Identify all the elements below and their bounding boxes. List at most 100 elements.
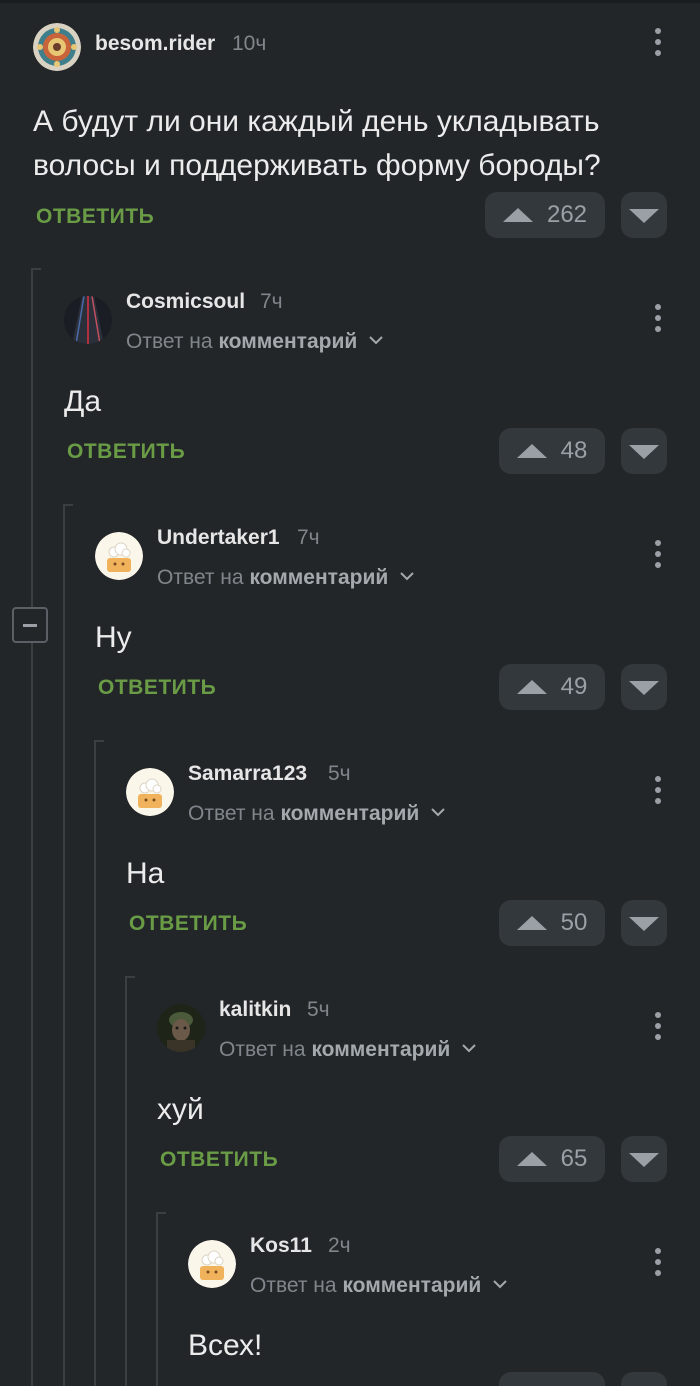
username[interactable]: Samarra123 — [188, 762, 307, 786]
triangle-up-icon — [516, 444, 547, 458]
upvote-button[interactable]: 50 — [499, 900, 605, 946]
triangle-up-icon — [516, 916, 547, 930]
kebab-menu-icon[interactable] — [652, 1012, 664, 1042]
reply-button[interactable]: ОТВЕТИТЬ — [129, 912, 247, 936]
reply-to-target: комментарий — [311, 1038, 451, 1061]
downvote-button[interactable] — [621, 1136, 667, 1182]
triangle-down-icon — [629, 681, 659, 695]
kebab-menu-icon[interactable] — [652, 1248, 664, 1278]
thread-line-level-3 — [94, 740, 96, 1386]
comment-reply: Undertaker1 7ч Ответ на комментарий Ну О… — [95, 524, 700, 724]
collapse-thread-button[interactable] — [12, 607, 48, 643]
username[interactable]: kalitkin — [219, 998, 291, 1022]
thread-tick — [156, 1212, 166, 1214]
avatar-road-image — [64, 296, 112, 344]
upvote-button[interactable]: 48 — [499, 428, 605, 474]
vote-count: 50 — [560, 909, 588, 936]
comment-text: Всех! — [188, 1329, 263, 1362]
avatar[interactable] — [188, 1240, 236, 1288]
comment-time: 5ч — [328, 762, 351, 785]
chevron-down-icon — [462, 1044, 476, 1053]
downvote-button[interactable] — [621, 900, 667, 946]
kebab-menu-icon[interactable] — [652, 540, 664, 570]
reply-button[interactable]: ОТВЕТИТЬ — [98, 676, 216, 700]
comment-time: 10ч — [232, 32, 267, 55]
chevron-down-icon — [369, 336, 383, 345]
reply-to-link[interactable]: Ответ на комментарий — [157, 566, 414, 590]
kebab-menu-icon[interactable] — [652, 304, 664, 334]
vote-count: 49 — [560, 673, 588, 700]
downvote-button[interactable] — [621, 1372, 667, 1386]
reply-to-link[interactable]: Ответ на комментарий — [188, 802, 445, 826]
upvote-button[interactable]: 49 — [499, 664, 605, 710]
reply-to-prefix: Ответ на — [250, 1274, 337, 1297]
reply-to-link[interactable]: Ответ на комментарий — [250, 1274, 507, 1298]
thread-line-level-4 — [125, 976, 127, 1386]
username[interactable]: Cosmicsoul — [126, 290, 245, 314]
downvote-button[interactable] — [621, 192, 667, 238]
chevron-down-icon — [431, 808, 445, 817]
reply-to-target: комментарий — [249, 566, 389, 589]
comment-time: 7ч — [297, 526, 320, 549]
comment-reply: kalitkin 5ч Ответ на комментарий хуй ОТВ… — [157, 996, 700, 1196]
thread-tick — [94, 740, 104, 742]
vote-count: 65 — [560, 1145, 588, 1172]
upvote-button[interactable]: 262 — [485, 192, 605, 238]
comment-time: 2ч — [328, 1234, 351, 1257]
reply-button[interactable]: ОТВЕТИТЬ — [36, 205, 154, 229]
username[interactable]: besom.rider — [95, 32, 215, 56]
avatar[interactable] — [157, 1004, 205, 1052]
reply-button[interactable]: ОТВЕТИТЬ — [67, 440, 185, 464]
comment-text: Ну — [95, 621, 132, 654]
triangle-up-icon — [516, 1152, 547, 1166]
reply-to-prefix: Ответ на — [219, 1038, 306, 1061]
thread-line-level-1 — [31, 268, 33, 1386]
chevron-down-icon — [493, 1280, 507, 1289]
thread-tick — [125, 976, 135, 978]
vote-count: 48 — [560, 437, 588, 464]
thread-tick — [63, 504, 73, 506]
downvote-button[interactable] — [621, 664, 667, 710]
avatar[interactable] — [95, 532, 143, 580]
triangle-down-icon — [629, 917, 659, 931]
avatar[interactable] — [126, 768, 174, 816]
top-divider — [0, 0, 700, 3]
kebab-menu-icon[interactable] — [652, 776, 664, 806]
kebab-menu-icon[interactable] — [652, 28, 664, 58]
triangle-down-icon — [629, 209, 659, 223]
triangle-down-icon — [629, 445, 659, 459]
comment-time: 7ч — [260, 290, 283, 313]
comment-top: besom.rider 10ч А будут ли они каждый де… — [33, 20, 700, 250]
chevron-down-icon — [400, 572, 414, 581]
comment-reply: Cosmicsoul 7ч Ответ на комментарий Да ОТ… — [64, 288, 700, 488]
upvote-button[interactable] — [499, 1372, 605, 1386]
downvote-button[interactable] — [621, 428, 667, 474]
avatar-mandala-icon — [33, 23, 81, 71]
avatar-default-chef-icon — [95, 532, 143, 580]
vote-count: 262 — [546, 201, 588, 228]
thread-tick — [31, 268, 41, 270]
comment-reply: Kos11 2ч Ответ на комментарий Всех! — [188, 1232, 700, 1386]
username[interactable]: Undertaker1 — [157, 526, 280, 550]
avatar[interactable] — [64, 296, 112, 344]
comments-page: besom.rider 10ч А будут ли они каждый де… — [0, 0, 700, 1386]
reply-button[interactable]: ОТВЕТИТЬ — [160, 1148, 278, 1172]
thread-line-level-5 — [156, 1212, 158, 1386]
reply-to-prefix: Ответ на — [188, 802, 275, 825]
avatar-default-chef-icon — [126, 768, 174, 816]
comment-text: А будут ли они каждый день укладывать во… — [33, 105, 601, 182]
comment-text: хуй — [157, 1093, 204, 1126]
thread-line-level-2 — [63, 504, 65, 1386]
reply-to-link[interactable]: Ответ на комментарий — [219, 1038, 476, 1062]
avatar-default-chef-icon — [188, 1240, 236, 1288]
reply-to-link[interactable]: Ответ на комментарий — [126, 330, 383, 354]
triangle-up-icon — [516, 680, 547, 694]
upvote-button[interactable]: 65 — [499, 1136, 605, 1182]
comment-text: На — [126, 857, 165, 890]
reply-to-target: комментарий — [342, 1274, 482, 1297]
avatar[interactable] — [33, 23, 81, 71]
reply-to-target: комментарий — [280, 802, 420, 825]
comment-text: Да — [64, 385, 102, 418]
username[interactable]: Kos11 — [250, 1234, 312, 1258]
triangle-up-icon — [502, 208, 533, 222]
